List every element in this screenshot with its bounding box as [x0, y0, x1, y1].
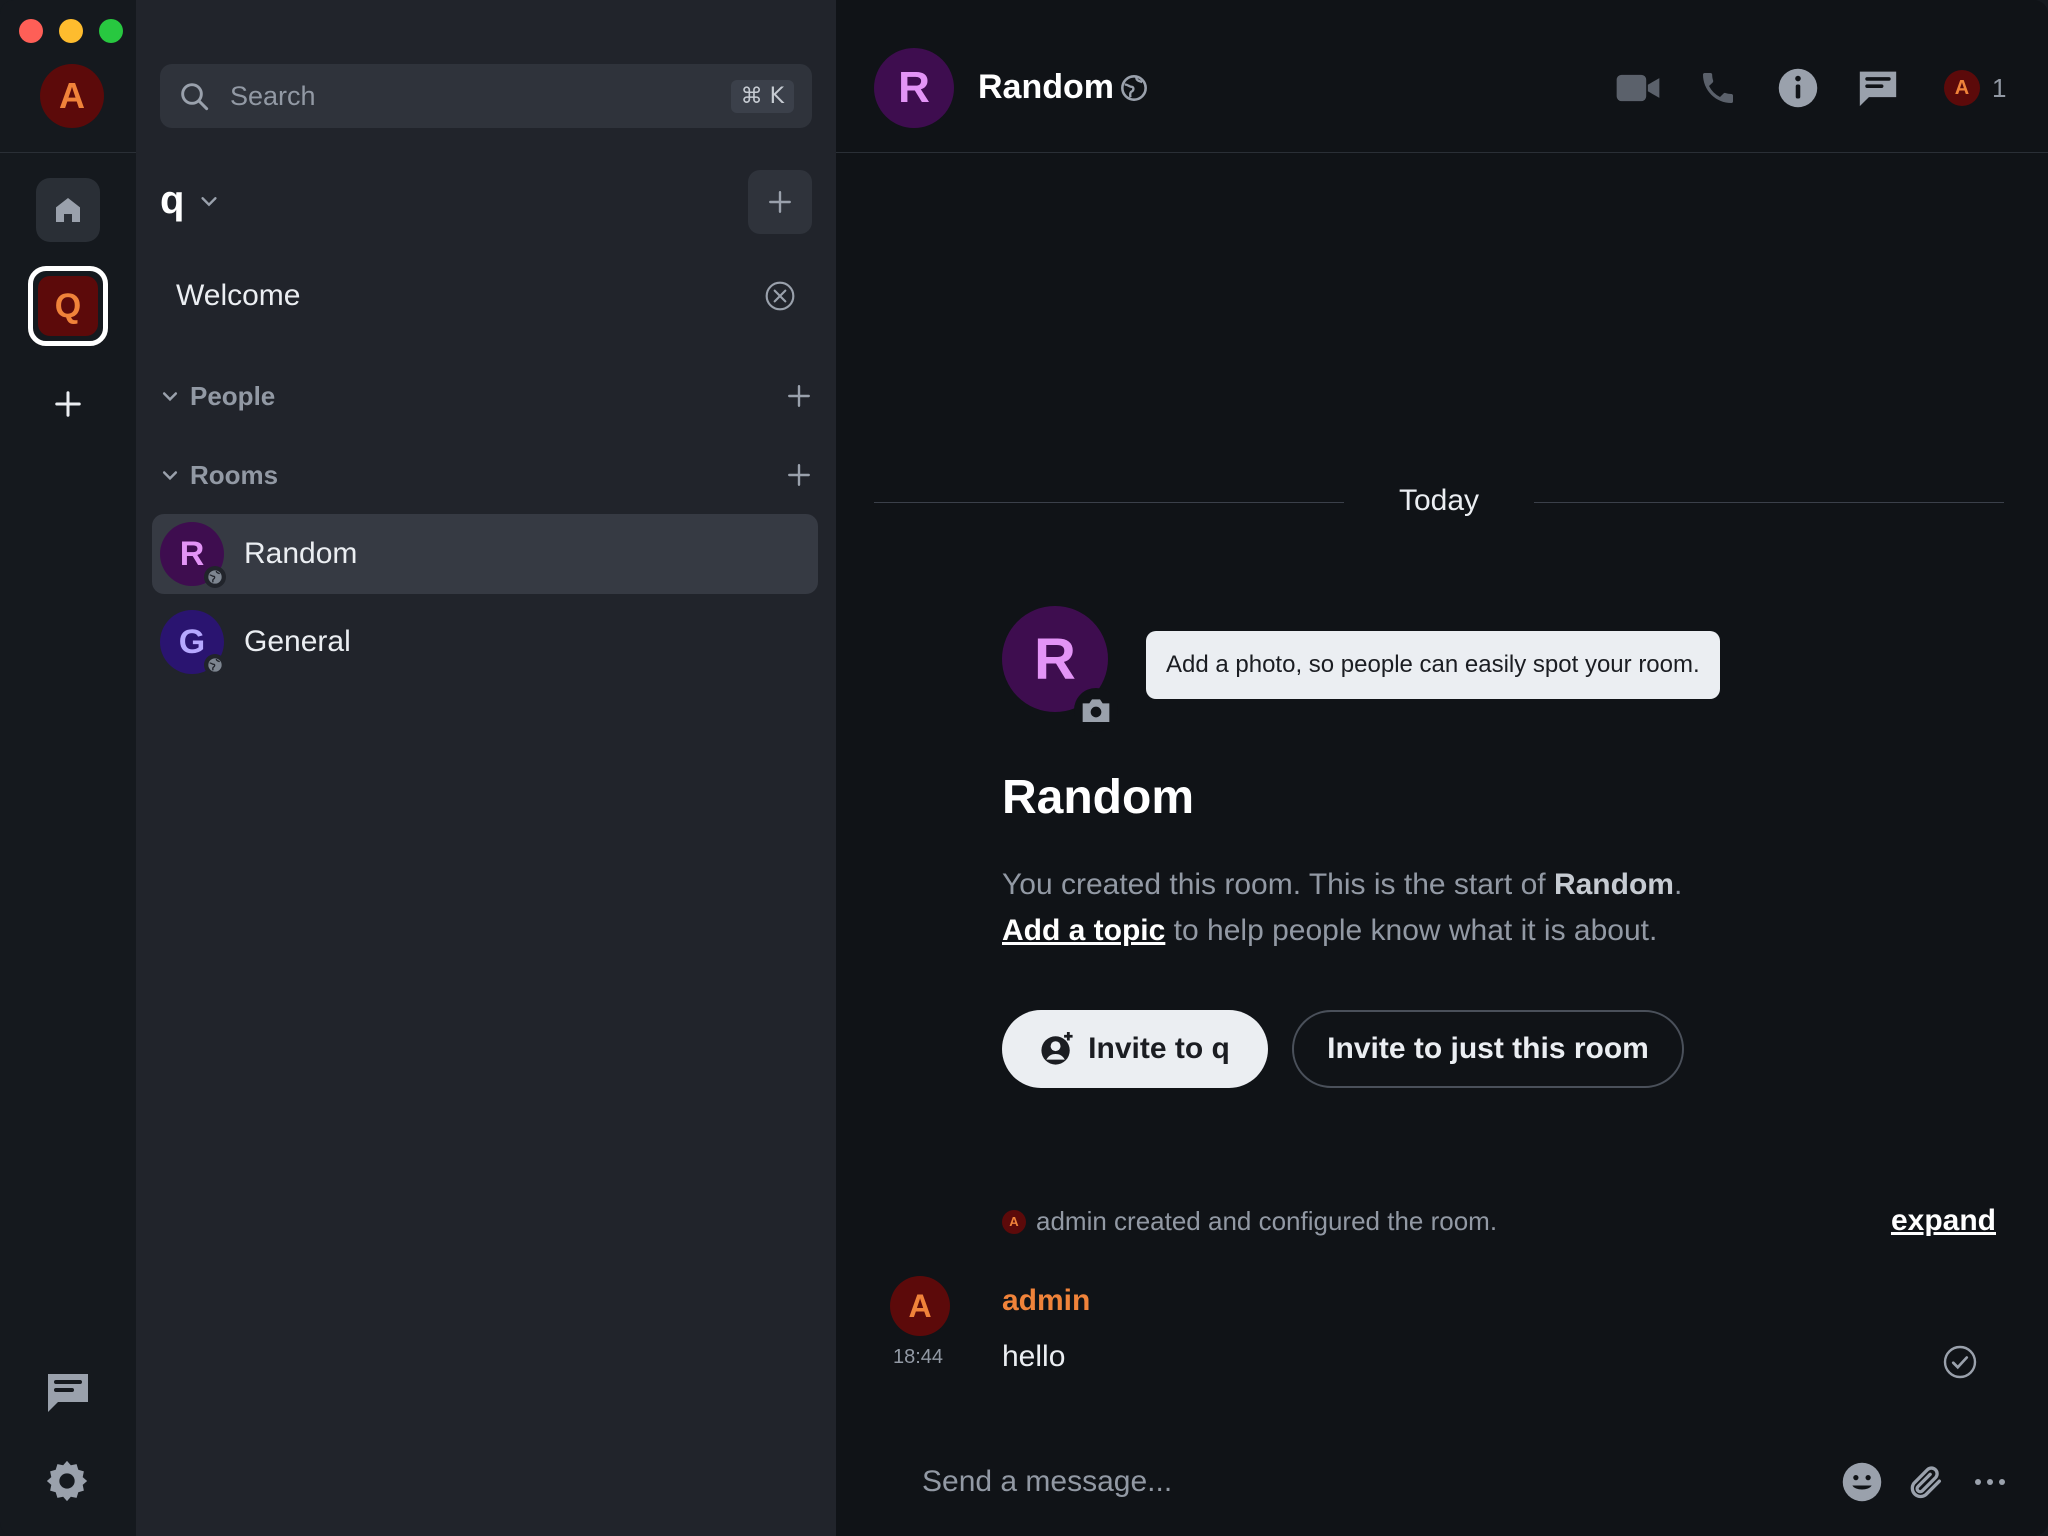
voice-call-button[interactable] — [1694, 64, 1742, 112]
search-shortcut-badge: ⌘ K — [730, 79, 794, 113]
close-circle-icon[interactable] — [764, 280, 796, 312]
message-input[interactable]: Send a message... — [922, 1465, 1822, 1499]
create-space-button[interactable] — [48, 384, 88, 424]
search-placeholder: Search — [230, 80, 316, 111]
space-bar-divider — [0, 152, 136, 153]
invite-to-space-button[interactable]: Invite to q — [1002, 1010, 1268, 1088]
plus-icon — [55, 391, 81, 417]
chevron-down-icon — [162, 471, 178, 481]
check-circle-icon — [1943, 1345, 1977, 1379]
home-button[interactable] — [36, 178, 100, 242]
add-topic-link[interactable]: Add a topic — [1002, 914, 1165, 947]
room-header-title[interactable]: Random — [978, 68, 1114, 107]
add-photo-tooltip: Add a photo, so people can easily spot y… — [1146, 631, 1720, 699]
new-room-title: Random — [1002, 771, 1194, 824]
upload-photo-button[interactable] — [1074, 688, 1118, 732]
room-list-panel: Search ⌘ K q Welcome People Rooms R Rand… — [136, 0, 836, 1536]
member-avatar: A — [1944, 70, 1980, 106]
expand-events-button[interactable]: expand — [1891, 1204, 1996, 1238]
room-name: General — [244, 625, 351, 658]
event-avatar: A — [1002, 1209, 1026, 1234]
info-icon — [1778, 68, 1818, 108]
room-avatar: R — [160, 522, 226, 588]
paperclip-icon — [1910, 1466, 1941, 1499]
space-name: q — [160, 178, 185, 222]
room-info-button[interactable] — [1774, 64, 1822, 112]
space-add-button[interactable] — [748, 170, 812, 234]
rooms-section-header[interactable]: Rooms — [160, 451, 812, 499]
globe-icon — [1121, 75, 1147, 101]
room-item-random[interactable]: R Random — [152, 514, 818, 594]
room-header: R Random A 1 — [836, 0, 2048, 153]
user-add-icon — [1041, 1032, 1073, 1065]
space-bar: A Q — [0, 0, 136, 1536]
room-avatar: G — [160, 610, 226, 676]
member-list-button[interactable]: A 1 — [1944, 70, 2006, 106]
space-q-button[interactable]: Q — [28, 266, 108, 346]
threads-icon — [48, 1374, 88, 1412]
emoji-button[interactable] — [1838, 1458, 1886, 1506]
message-body: hello — [1002, 1340, 1066, 1373]
sender-name[interactable]: admin — [1002, 1284, 1090, 1318]
video-call-button[interactable] — [1614, 64, 1662, 112]
people-section-label: People — [190, 380, 276, 411]
space-menu-button[interactable]: q — [160, 178, 220, 223]
welcome-label: Welcome — [176, 279, 301, 312]
threads-icon — [1859, 71, 1897, 107]
plus-icon[interactable] — [786, 462, 812, 488]
maximize-window-button[interactable] — [99, 19, 123, 43]
sender-avatar[interactable]: A — [890, 1276, 950, 1336]
phone-icon — [1703, 73, 1733, 103]
app-window: A Q Search ⌘ K q Welcome People Rooms R … — [0, 0, 2048, 1536]
member-count: 1 — [1992, 72, 2007, 103]
chevron-down-icon — [201, 196, 218, 206]
welcome-item[interactable]: Welcome — [160, 268, 812, 324]
room-name: Random — [244, 537, 358, 570]
rooms-section-label: Rooms — [190, 459, 279, 490]
minimize-window-button[interactable] — [59, 19, 83, 43]
room-creation-summary: A admin created and configured the room. — [1002, 1206, 1497, 1237]
plus-icon — [769, 191, 791, 213]
space-q-avatar: Q — [38, 276, 98, 336]
people-section-header[interactable]: People — [160, 372, 812, 420]
threads-button[interactable] — [44, 1370, 92, 1419]
video-camera-icon — [1616, 74, 1660, 102]
attach-file-button[interactable] — [1902, 1458, 1950, 1506]
room-item-general[interactable]: G General — [152, 602, 818, 682]
date-separator: Today — [874, 484, 2004, 520]
globe-icon — [208, 658, 222, 672]
home-icon — [56, 198, 80, 222]
camera-icon — [1082, 699, 1110, 722]
plus-icon[interactable] — [786, 383, 812, 409]
date-separator-label: Today — [1398, 484, 1480, 517]
globe-icon — [208, 570, 222, 584]
message-timestamp: 18:44 — [893, 1346, 944, 1368]
emoji-icon — [1842, 1462, 1882, 1502]
more-options-button[interactable] — [1966, 1458, 2014, 1506]
more-horizontal-icon — [1975, 1479, 2005, 1485]
room-view: R Random A 1 Today R Add a photo, so peo… — [836, 0, 2048, 1536]
event-summary-text: admin created and configured the room. — [1036, 1206, 1498, 1236]
room-header-avatar[interactable]: R — [874, 48, 954, 128]
message-composer[interactable]: Send a message... — [874, 1450, 2014, 1514]
search-icon — [181, 83, 209, 111]
gear-icon — [46, 1460, 88, 1502]
new-room-intro: You created this room. This is the start… — [1002, 868, 1683, 947]
public-room-badge — [204, 566, 226, 588]
user-menu-avatar[interactable]: A — [40, 64, 104, 128]
close-window-button[interactable] — [19, 19, 43, 43]
quick-settings-button[interactable] — [44, 1458, 90, 1509]
invite-to-space-label: Invite to q — [1088, 1032, 1230, 1065]
public-room-badge — [204, 654, 226, 676]
invite-to-room-button[interactable]: Invite to just this room — [1292, 1010, 1684, 1088]
search-button[interactable]: Search ⌘ K — [160, 64, 812, 128]
threads-button[interactable] — [1854, 64, 1902, 112]
chevron-down-icon — [162, 392, 178, 402]
